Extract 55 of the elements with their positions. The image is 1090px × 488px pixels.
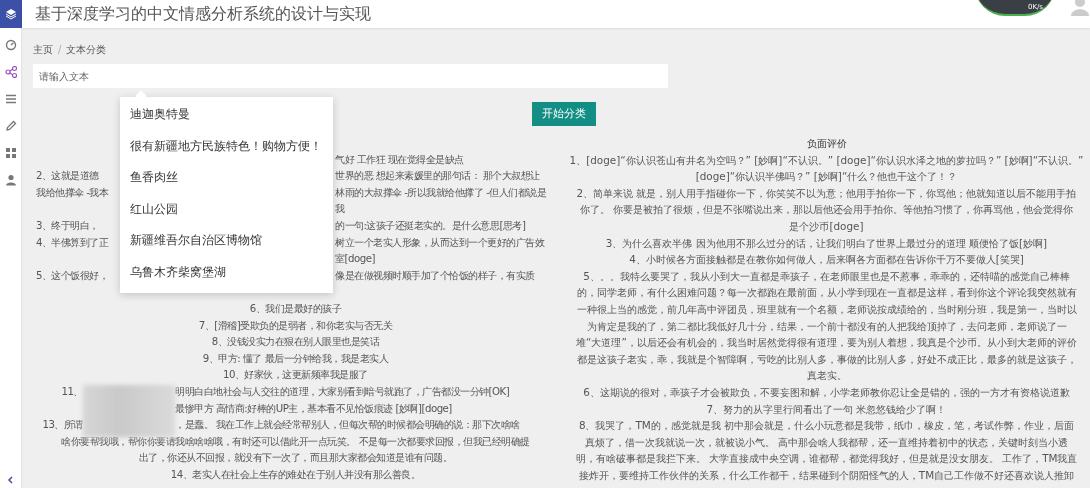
- comment-text: 5、这个饭很好，: [36, 269, 109, 281]
- breadcrumb-current: 文本分类: [66, 43, 107, 57]
- comment-text: 7、努力的从字里行间看出了一句 米忽悠钱给少了啊！: [705, 401, 948, 417]
- comment-text: 5、。。我特么要哭了，我从小到大一直都是乖孩子，在老师眼里也是不惹事，乖乖的，还特喵的感觉自己棒棒 的，同学老师，有什么困难问题？每一次都跑在最前面，从小学到现在一直都是这样，看到你这个评论我突然就有 一种很上当的感觉，前几年高中评团员，班里就有一个名额，老师说按成绩给的，当时刚分班，我是第一，当时以 为肯定是我的了，第二都比我低好几十分，结果，一个前十都没有的人把我给顶掉了，去问老师，老师说了一 堆“大道理”，以后还会有机会的，我当时居然觉得很有道理，要为别人着想，我真是个沙币。从小到大老师的评价 都是这孩子老实，乖，我就是个智障啊，亏吃的比别人多，事做的比别人多，好处不成正比，最多的就是这孩子， 真老实。: [575, 268, 1078, 384]
- comment-text: 11、: [61, 385, 83, 397]
- comment-text: 室[doge]: [335, 252, 375, 267]
- comment-text: 8、没钱没实力在狠在别人眼里也是笑话: [211, 335, 380, 350]
- suggestion-item[interactable]: 鱼香肉丝: [120, 162, 333, 194]
- list-icon[interactable]: [4, 93, 17, 105]
- grid-icon[interactable]: [4, 147, 17, 159]
- comment-text: ，是蠢。 我在工作上就会经常帮别人，但每次帮的时候都会明确的说：那下次啥啥: [175, 418, 520, 433]
- comment-text: 6、这期说的很对，乖孩子才会被欺负，不要妄图和解，小学老师教你忍让全是错的，强的一方才有资格说道歉: [582, 384, 1071, 400]
- comment-text: 2、这就是道德: [36, 170, 99, 182]
- suggestion-item[interactable]: 红山公园: [120, 193, 333, 226]
- comment-text: 世界的恶 想起来素媛里的那句话： 那个大叔想让: [335, 169, 540, 184]
- text-input-field[interactable]: 请输入文本: [33, 64, 668, 88]
- suggestion-item[interactable]: 迪迦奥特曼: [120, 99, 333, 131]
- comment-text: 4、小时候各方面接触都是在教你如何做人，后来啊各方面都在告诉你千万不要做人[笑哭]: [628, 252, 1025, 268]
- comment-text: 6、我们是最好的孩子: [249, 301, 342, 316]
- classify-button[interactable]: 开始分类: [532, 102, 596, 126]
- comment-text: 3、终于明白，: [36, 219, 99, 231]
- comment-text: 13、所谓: [42, 419, 83, 431]
- comment-text: 9、甲方: 懂了 最后一分钟给我，我是老实人: [202, 351, 389, 366]
- comment-text: 像是在做视频时顺手加了个恰饭的样子，有实质: [335, 268, 535, 283]
- comment-text: 出了，你还从不回报，就没有下一次了，而且那大家都会知道是谁有问题。: [138, 451, 453, 466]
- breadcrumb-separator: /: [58, 43, 62, 57]
- page-title: 基于深度学习的中文情感分析系统的设计与实现: [35, 3, 371, 25]
- app-logo[interactable]: [0, 0, 22, 28]
- comment-text: 8、我哭了，TM的，感觉就是我 初中那会就是，什么小玩意都是我带，纸巾，橡皮，笔，考试作弊，作业，后面 真烦了，借一次我就说一次，就被说小气。 高中那会啥人我都帮，还一直维持着初中的状态，关键时刻当小透 明，有啥破事都是我拦下来。 大学直接成中央空调，谁都帮，都觉得我好，但是就是没女朋友。 工作了，TM我直 接炸开，要维持工作伙伴的关系，什么工作都干，结果碰到个阴阳怪气的人，TM自己工作做不好还喜欢说人推卸: [574, 418, 1079, 483]
- breadcrumb-link[interactable]: 主页: [33, 43, 53, 57]
- comment-text: 2、简单来说 就是，别人用手指碰你一下，你笑笑不以为意；他用手拍你一下，你骂他；他就知道以后不能用手拍 你了。 你要是被拍了很烦，但是不张嘴说出来，那以后他还会用手拍你。等他拍习惯了，你再骂他，他会觉得你 是个沙币[doge]: [575, 185, 1078, 234]
- comment-text: 7、[滑稽]受欺负的是弱者，和你老实与否无关: [198, 318, 393, 333]
- share-icon[interactable]: [4, 66, 17, 78]
- comment-text: 我: [335, 202, 345, 217]
- comment-text: 林雨的大叔撑伞 -所以我就给他撑了 -但人们都说是: [335, 185, 547, 200]
- pencil-icon[interactable]: [4, 120, 17, 132]
- comment-text: 的一句:这孩子还挺老实的。是什么意思[思考]: [335, 218, 526, 233]
- comment-text: 10、好家伙，这更新频率我是服了: [223, 368, 368, 383]
- suggestion-item[interactable]: 乌鲁木齐柴窝堡湖: [120, 256, 333, 289]
- column-heading: 负面评价: [805, 136, 848, 151]
- comment-text: 我给他撑伞 -我本: [36, 186, 109, 198]
- chevron-icon[interactable]: [6, 476, 15, 484]
- suggestion-item[interactable]: 新疆维吾尔自治区博物馆: [120, 225, 333, 257]
- suggestion-item[interactable]: 很有新疆地方民族特色！购物方便！: [120, 130, 333, 163]
- comment-text: 树立一个老实人形象，从而达到一个更好的广告效: [335, 235, 544, 250]
- comment-text: 明明白白地社会与人交往的道理，大家别看到暗号就跑了，广告都没一分钟[OK]: [175, 384, 510, 399]
- comment-text: 气好 工作狂 现在觉得全是缺点: [335, 152, 464, 167]
- comment-text: 14、老实人在社会上生存的难处在于别人并没有那么善良。: [170, 467, 421, 482]
- comment-text: 3、为什么喜欢半佛 因为他用不那么过分的话，让我们明白了世界上最过分的道理 顺便恰了饭[妙啊]: [604, 235, 1049, 251]
- comment-text: 最惨甲方 高情商:好棒的UP主，基本看不见恰饭痕迹 [妙啊][doge]: [175, 401, 452, 416]
- comment-text: 1、[doge]“你认识苍山有井名为空吗？” [妙啊]“不认识。” [doge]“你认识水泽之地的萝拉吗？” [妙啊]“不认识。” [doge]“你认识半佛吗？” [妙啊]“什么？他也干这个了！？: [568, 152, 1085, 185]
- comment-text: 4、半佛算到了正: [36, 236, 109, 248]
- user-icon[interactable]: [4, 174, 17, 186]
- comment-text: 啥你要帮我哦，帮你你要请我啥啥啥哦，有时还可以借此开一点玩笑。 不是每一次都要求回报，但我已经明确提: [61, 434, 530, 449]
- gauge-icon[interactable]: [4, 39, 17, 51]
